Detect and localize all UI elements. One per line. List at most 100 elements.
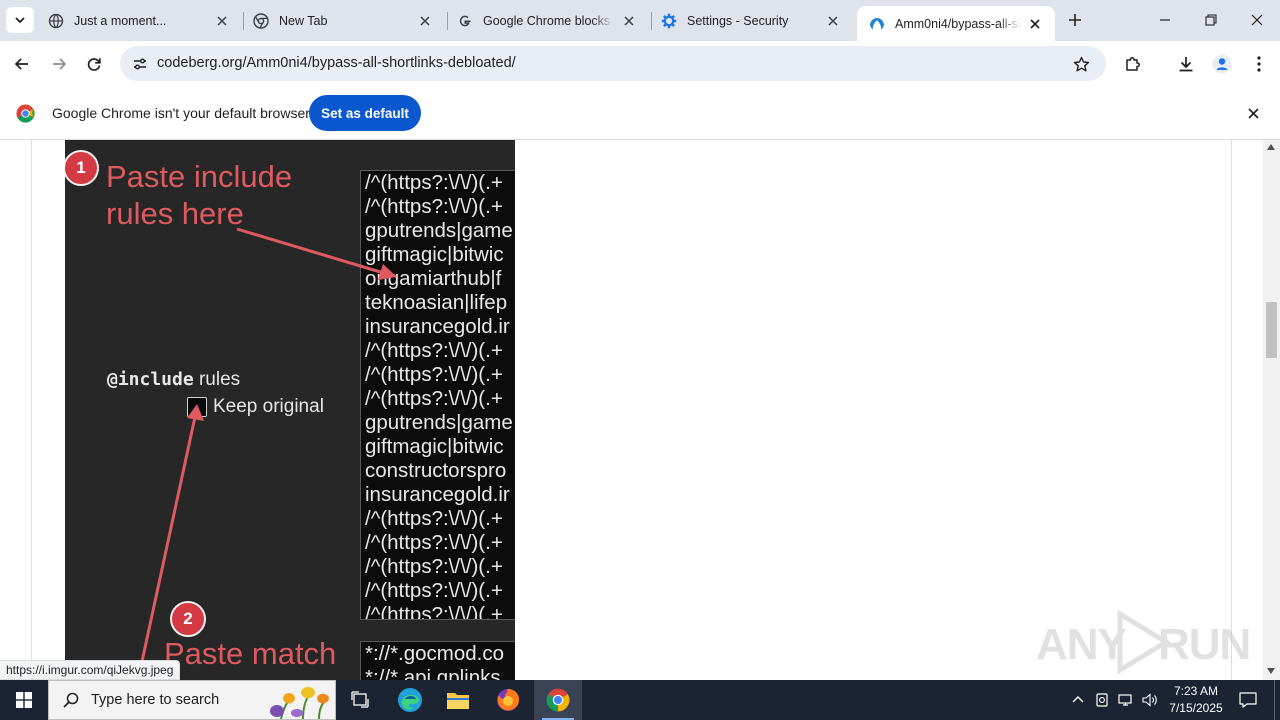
star-icon bbox=[1073, 56, 1089, 71]
tray-overflow-button[interactable] bbox=[1066, 680, 1090, 720]
profile-button[interactable] bbox=[1207, 49, 1237, 79]
scrollbar-thumb[interactable] bbox=[1266, 302, 1277, 358]
notifications-button[interactable] bbox=[1230, 680, 1266, 720]
device-icon bbox=[1096, 693, 1108, 707]
taskbar-file-explorer[interactable] bbox=[434, 680, 482, 720]
tray-security-button[interactable] bbox=[1090, 680, 1114, 720]
taskbar-search-box[interactable]: Type here to search bbox=[48, 680, 336, 720]
search-icon bbox=[63, 692, 79, 708]
arrow-right-icon bbox=[53, 58, 67, 70]
minimize-icon bbox=[1160, 19, 1170, 21]
arrow-left-icon bbox=[14, 58, 28, 70]
site-info-button[interactable] bbox=[126, 50, 153, 77]
arrow-to-checkbox bbox=[136, 404, 204, 680]
annotation-arrows bbox=[136, 227, 397, 680]
taskbar-firefox[interactable] bbox=[484, 680, 532, 720]
tulips-highlight-icon bbox=[270, 687, 329, 719]
chrome-logo-icon bbox=[16, 104, 35, 123]
set-as-default-button[interactable]: Set as default bbox=[309, 95, 421, 131]
folder-icon bbox=[447, 693, 469, 709]
close-icon bbox=[1251, 14, 1263, 26]
tab-chrome-blocks[interactable]: Google Chrome blocks suspicious download… bbox=[445, 0, 649, 41]
status-bar-url: https://i.imgur.com/qiJekvg.jpeg bbox=[0, 660, 181, 680]
close-window-button[interactable] bbox=[1234, 0, 1280, 40]
close-tab-icon[interactable] bbox=[825, 13, 841, 29]
speaker-icon bbox=[1142, 693, 1157, 707]
taskbar-clock[interactable]: 7:23 AM 7/15/2025 bbox=[1160, 680, 1232, 720]
kebab-menu-icon bbox=[1257, 56, 1261, 72]
taskbar-chrome[interactable] bbox=[534, 680, 582, 720]
scroll-up-arrow[interactable] bbox=[1267, 144, 1275, 150]
close-infobar-button[interactable] bbox=[1242, 102, 1264, 124]
tab-title: New Tab bbox=[279, 13, 328, 28]
restore-button[interactable] bbox=[1188, 0, 1234, 40]
gear-icon bbox=[661, 13, 677, 29]
reload-button[interactable] bbox=[79, 49, 109, 79]
close-tab-icon[interactable] bbox=[1027, 16, 1043, 32]
show-desktop-button[interactable] bbox=[1274, 680, 1280, 720]
start-button[interactable] bbox=[0, 680, 48, 720]
avatar-icon bbox=[1212, 54, 1232, 74]
default-browser-infobar: Google Chrome isn't your default browser… bbox=[0, 86, 1280, 140]
task-view-button[interactable] bbox=[336, 680, 384, 720]
globe-icon bbox=[48, 13, 64, 29]
browser-toolbar: codeberg.org/Amm0ni4/bypass-all-shortlin… bbox=[0, 41, 1280, 86]
reload-icon bbox=[87, 58, 101, 71]
clock-time: 7:23 AM bbox=[1173, 684, 1219, 698]
tab-title: Google Chrome blocks suspicious download… bbox=[483, 13, 615, 28]
watermark-text-right: RUN bbox=[1158, 620, 1251, 669]
windows-logo-icon bbox=[16, 692, 32, 708]
screen: Just a moment... New Tab Google Chrome b… bbox=[0, 0, 1280, 720]
tab-title: Settings - Security bbox=[687, 13, 789, 28]
edge-icon bbox=[398, 688, 422, 712]
notification-icon bbox=[1239, 692, 1257, 708]
extensions-button[interactable] bbox=[1118, 49, 1148, 79]
bookmark-button[interactable] bbox=[1068, 51, 1094, 77]
tab-search-button[interactable] bbox=[6, 7, 34, 33]
close-tab-icon[interactable] bbox=[214, 13, 230, 29]
tab-just-a-moment[interactable]: Just a moment... bbox=[36, 0, 242, 41]
google-g-icon bbox=[457, 13, 473, 29]
firefox-icon bbox=[497, 689, 520, 711]
anyrun-watermark: ANY RUN bbox=[1036, 610, 1251, 674]
windows-taskbar: Type here to search 7:23 AM 7/15/2025 bbox=[0, 680, 1280, 720]
tab-settings-security[interactable]: Settings - Security bbox=[649, 0, 853, 41]
back-button[interactable] bbox=[7, 49, 37, 79]
task-view-icon bbox=[351, 691, 369, 708]
arrow-to-rules-box bbox=[236, 227, 397, 280]
taskbar-edge[interactable] bbox=[386, 680, 434, 720]
page-viewport: 1 Paste include rules here @include rule… bbox=[0, 140, 1280, 680]
tune-icon bbox=[133, 58, 146, 69]
chrome-icon bbox=[546, 688, 570, 712]
forward-button[interactable] bbox=[44, 49, 74, 79]
infobar-message: Google Chrome isn't your default browser bbox=[52, 105, 310, 121]
url-text[interactable]: codeberg.org/Amm0ni4/bypass-all-shortlin… bbox=[157, 46, 516, 81]
download-icon bbox=[1179, 57, 1193, 72]
scroll-down-arrow[interactable] bbox=[1267, 668, 1275, 674]
puzzle-icon bbox=[1126, 57, 1140, 71]
close-tab-icon[interactable] bbox=[621, 13, 637, 29]
tab-new-tab[interactable]: New Tab bbox=[241, 0, 445, 41]
downloads-button[interactable] bbox=[1171, 49, 1201, 79]
plus-icon bbox=[1069, 14, 1081, 26]
tab-title: Amm0ni4/bypass-all-shortlinks-debloated bbox=[895, 16, 1021, 31]
new-tab-button[interactable] bbox=[1064, 9, 1086, 31]
chevron-up-icon bbox=[1072, 696, 1084, 703]
address-bar[interactable]: codeberg.org/Amm0ni4/bypass-all-shortlin… bbox=[120, 46, 1106, 81]
menu-button[interactable] bbox=[1244, 49, 1274, 79]
restore-icon bbox=[1205, 14, 1217, 26]
search-placeholder: Type here to search bbox=[91, 692, 220, 708]
chevron-down-icon bbox=[15, 17, 25, 24]
chrome-icon bbox=[253, 12, 269, 29]
tab-codeberg-active[interactable]: Amm0ni4/bypass-all-shortlinks-debloated bbox=[857, 6, 1055, 41]
page-scrollbar[interactable] bbox=[1263, 140, 1280, 680]
close-tab-icon[interactable] bbox=[417, 13, 433, 29]
close-icon bbox=[1247, 107, 1259, 119]
codeberg-icon bbox=[869, 16, 885, 32]
tray-network-button[interactable] bbox=[1114, 680, 1138, 720]
minimize-button[interactable] bbox=[1142, 0, 1188, 40]
network-icon bbox=[1118, 694, 1132, 706]
instruction-screenshot-image[interactable]: 1 Paste include rules here @include rule… bbox=[65, 140, 515, 680]
tray-volume-button[interactable] bbox=[1138, 680, 1162, 720]
tab-title: Just a moment... bbox=[74, 13, 167, 28]
